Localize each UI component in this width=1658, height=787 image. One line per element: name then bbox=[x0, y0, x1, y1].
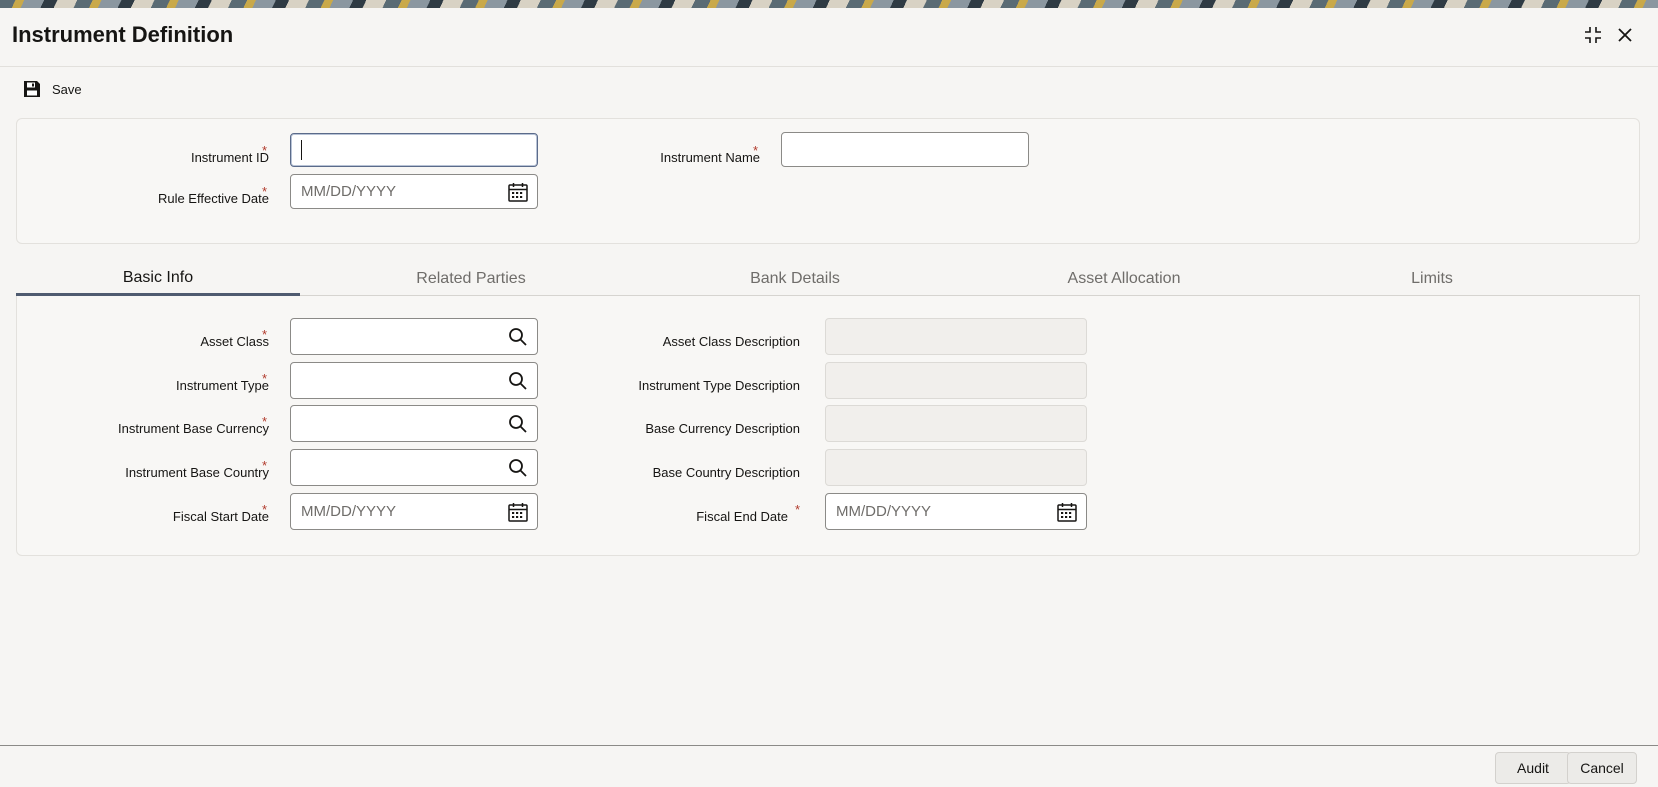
rule-effective-date-label: Rule Effective Date bbox=[157, 191, 269, 206]
instrument-type-description-field bbox=[825, 362, 1087, 399]
tab-bar: Basic Info Related Parties Bank Details … bbox=[16, 262, 1640, 296]
asset-class-description-field bbox=[825, 318, 1087, 355]
fiscal-start-date-required-marker: * bbox=[262, 502, 268, 517]
instrument-type-description-label: Instrument Type Description bbox=[638, 378, 800, 393]
tab-asset-allocation[interactable]: Asset Allocation bbox=[982, 262, 1266, 296]
base-currency-description-label: Base Currency Description bbox=[645, 421, 800, 436]
search-icon[interactable] bbox=[505, 411, 531, 437]
asset-class-input[interactable] bbox=[290, 318, 538, 355]
instrument-base-country-label: Instrument Base Country bbox=[125, 465, 269, 480]
floppy-disk-icon bbox=[24, 81, 40, 97]
close-icon bbox=[1618, 28, 1632, 42]
instrument-id-input[interactable] bbox=[290, 133, 538, 167]
page-title: Instrument Definition bbox=[12, 22, 234, 47]
search-icon[interactable] bbox=[505, 324, 531, 350]
instrument-base-currency-label: Instrument Base Currency bbox=[117, 421, 269, 436]
maximize-button[interactable] bbox=[1580, 22, 1606, 48]
base-country-description-field bbox=[825, 449, 1087, 486]
footer-divider bbox=[0, 745, 1658, 746]
calendar-icon[interactable] bbox=[505, 179, 531, 205]
calendar-icon[interactable] bbox=[1054, 499, 1080, 525]
fiscal-start-date-label: Fiscal Start Date bbox=[172, 509, 269, 524]
instrument-name-required-marker: * bbox=[753, 143, 759, 158]
instrument-base-currency-required-marker: * bbox=[262, 414, 268, 429]
instrument-name-label: Instrument Name bbox=[660, 150, 760, 165]
tab-related-parties[interactable]: Related Parties bbox=[329, 262, 613, 296]
instrument-id-label: Instrument ID bbox=[190, 150, 269, 165]
tab-limits[interactable]: Limits bbox=[1290, 262, 1574, 296]
tab-basic-info[interactable]: Basic Info bbox=[16, 262, 300, 296]
close-button[interactable] bbox=[1612, 22, 1638, 48]
base-currency-description-field bbox=[825, 405, 1087, 442]
search-icon[interactable] bbox=[505, 368, 531, 394]
fiscal-start-date-input[interactable]: MM/DD/YYYY bbox=[290, 493, 538, 530]
calendar-icon[interactable] bbox=[505, 499, 531, 525]
fiscal-end-date-input[interactable]: MM/DD/YYYY bbox=[825, 493, 1087, 530]
instrument-type-required-marker: * bbox=[262, 371, 268, 386]
instrument-base-country-required-marker: * bbox=[262, 458, 268, 473]
asset-class-description-label: Asset Class Description bbox=[662, 334, 800, 349]
asset-class-label: Asset Class bbox=[200, 334, 269, 349]
search-icon[interactable] bbox=[505, 455, 531, 481]
rule-effective-date-required-marker: * bbox=[262, 184, 268, 199]
instrument-id-required-marker: * bbox=[262, 143, 268, 158]
instrument-base-country-input[interactable] bbox=[290, 449, 538, 486]
instrument-type-label: Instrument Type bbox=[176, 378, 269, 393]
asset-class-required-marker: * bbox=[262, 327, 268, 342]
save-label: Save bbox=[52, 81, 82, 97]
save-button[interactable]: Save bbox=[22, 78, 82, 100]
header-banner-strip bbox=[0, 0, 1658, 8]
title-divider bbox=[0, 66, 1658, 67]
instrument-type-input[interactable] bbox=[290, 362, 538, 399]
base-country-description-label: Base Country Description bbox=[652, 465, 800, 480]
fiscal-end-date-required-marker: * bbox=[795, 502, 801, 517]
instrument-name-input[interactable] bbox=[781, 132, 1029, 167]
fiscal-end-date-label: Fiscal End Date bbox=[696, 509, 788, 524]
text-cursor bbox=[301, 140, 302, 160]
tab-bank-details[interactable]: Bank Details bbox=[653, 262, 937, 296]
audit-button[interactable]: Audit bbox=[1495, 752, 1571, 784]
cancel-button[interactable]: Cancel bbox=[1567, 752, 1637, 784]
rule-effective-date-input[interactable]: MM/DD/YYYY bbox=[290, 174, 538, 209]
instrument-base-currency-input[interactable] bbox=[290, 405, 538, 442]
maximize-icon bbox=[1585, 27, 1601, 43]
